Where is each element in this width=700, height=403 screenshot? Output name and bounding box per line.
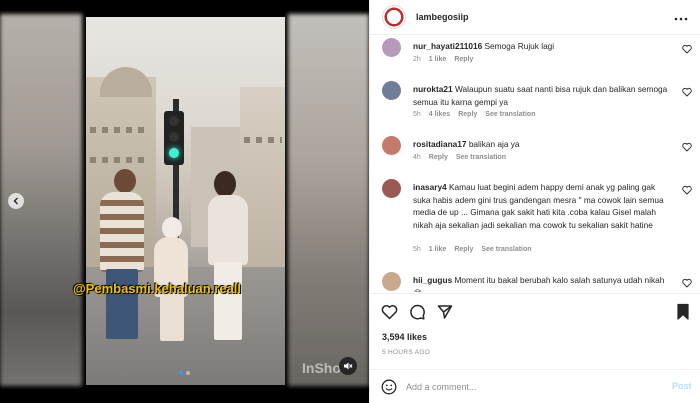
comment-body: rositadiana17 balikan aja ya [413, 138, 671, 151]
person-woman [214, 171, 236, 197]
comment-body: inasary4 Kamau luat begini adem happy de… [413, 181, 671, 231]
post-actions: 3,594 likes 5 HOURS AGO Post [370, 293, 700, 403]
chevron-left-icon [13, 197, 18, 205]
comment-likes[interactable]: 4 likes [429, 111, 450, 118]
comment-likes[interactable]: 1 like [429, 246, 447, 253]
blurred-backdrop-right [288, 14, 369, 386]
media-panel: @Pembasmi.kehaluan.reall InShot [0, 0, 369, 403]
heart-icon [381, 305, 397, 320]
likes-count[interactable]: 3,594 likes [382, 332, 427, 342]
person-man-jeans [106, 269, 138, 339]
commenter-avatar[interactable] [382, 179, 401, 198]
comment-body: hii_gugus Moment itu bakal berubah kalo … [413, 274, 671, 292]
reply-button[interactable]: Reply [454, 246, 473, 253]
comment-text: balikan aja ya [468, 139, 520, 149]
like-comment-heart-icon[interactable] [682, 278, 692, 288]
post-header: lambegosiip [370, 0, 700, 35]
post-timestamp: 5 HOURS AGO [382, 349, 431, 356]
see-translation-link[interactable]: See translation [481, 246, 531, 253]
paper-plane-icon [437, 305, 453, 319]
comment-time: 5h [413, 111, 421, 118]
author-username[interactable]: lambegosiip [416, 12, 469, 22]
commenter-avatar[interactable] [382, 272, 401, 291]
comment-button[interactable] [408, 303, 426, 321]
share-button[interactable] [436, 303, 454, 321]
see-translation-link[interactable]: See translation [485, 111, 535, 118]
mute-toggle-button[interactable] [339, 357, 357, 375]
like-comment-heart-icon[interactable] [682, 142, 692, 152]
commenter-username[interactable]: rositadiana17 [413, 139, 467, 149]
video-frame[interactable] [86, 17, 285, 385]
carousel-indicator [179, 371, 190, 375]
bookmark-icon[interactable] [674, 303, 692, 321]
reply-button[interactable]: Reply [454, 56, 473, 63]
person-man [114, 169, 136, 193]
like-comment-heart-icon[interactable] [682, 185, 692, 195]
add-comment-bar: Post [370, 369, 700, 403]
person-man-sweater [100, 192, 144, 272]
speaker-muted-icon [344, 362, 353, 370]
comment-time: 4h [413, 154, 421, 161]
action-icons [380, 303, 454, 321]
comment-text: Kamau luat begini adem happy demi anak y… [413, 182, 664, 230]
window-row [90, 157, 150, 163]
reply-button[interactable]: Reply [458, 111, 477, 118]
person-child [162, 217, 182, 239]
commenter-username[interactable]: nur_hayati211016 [413, 41, 482, 51]
comment-meta: 4h Reply See translation [413, 154, 506, 161]
more-options-button[interactable] [674, 10, 688, 24]
add-comment-input[interactable] [406, 379, 656, 395]
comment-text: Semoga Rujuk lagi [484, 41, 555, 51]
comment-meta: 5h 4 likes Reply See translation [413, 111, 535, 118]
commenter-avatar[interactable] [382, 136, 401, 155]
commenter-avatar[interactable] [382, 38, 401, 57]
video-watermark-text: @Pembasmi.kehaluan.reall [73, 281, 242, 296]
more-horizontal-icon [674, 17, 688, 21]
carousel-dot-active [179, 371, 183, 375]
comment-time: 5h [413, 246, 421, 253]
comment-likes[interactable]: 1 like [429, 56, 447, 63]
commenter-avatar[interactable] [382, 81, 401, 100]
window-row [244, 137, 282, 143]
like-comment-heart-icon[interactable] [682, 87, 692, 97]
traffic-light [164, 111, 184, 165]
instagram-post-view: @Pembasmi.kehaluan.reall InShot lambegos… [0, 0, 700, 403]
post-comment-button[interactable]: Post [672, 381, 692, 391]
reply-button[interactable]: Reply [429, 154, 448, 161]
person-woman-coat [208, 195, 248, 265]
author-avatar[interactable] [382, 5, 406, 29]
comment-time: 2h [413, 56, 421, 63]
comment-body: nurokta21 Walaupun suatu saat nanti bisa… [413, 83, 671, 108]
like-button[interactable] [380, 303, 398, 321]
comment-meta: 2h 1 like Reply [413, 56, 473, 63]
commenter-username[interactable]: nurokta21 [413, 84, 453, 94]
window-row [90, 127, 150, 133]
comments-list[interactable]: nur_hayati211016 Semoga Rujuk lagi 2h 1 … [370, 36, 700, 292]
previous-slide-button[interactable] [8, 193, 24, 209]
comment-body: nur_hayati211016 Semoga Rujuk lagi [413, 40, 671, 53]
see-translation-link[interactable]: See translation [456, 154, 506, 161]
person-child-legs [160, 295, 184, 341]
carousel-dot [186, 371, 190, 375]
comment-meta: 5h 1 like Reply See translation [413, 246, 532, 253]
building-dome [100, 67, 152, 97]
post-details-panel: lambegosiip nur_hayati211016 Semoga Ruju… [369, 0, 700, 403]
person-woman-legs [214, 262, 242, 340]
commenter-username[interactable]: hii_gugus [413, 275, 452, 285]
comment-bubble-icon [410, 304, 425, 320]
emoji-smile-icon[interactable] [381, 379, 397, 395]
like-comment-heart-icon[interactable] [682, 44, 692, 54]
commenter-username[interactable]: inasary4 [413, 182, 447, 192]
